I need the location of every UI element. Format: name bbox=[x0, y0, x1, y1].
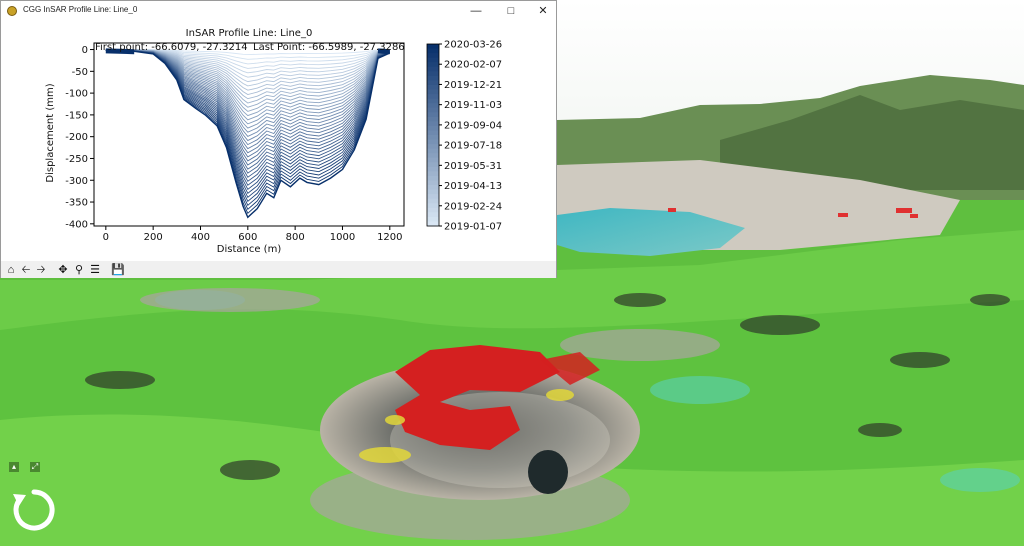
colorbar-segment bbox=[427, 216, 439, 223]
x-tick-label: 200 bbox=[144, 232, 163, 243]
save-icon[interactable]: 💾 bbox=[111, 263, 125, 277]
y-tick-label: -350 bbox=[65, 198, 88, 209]
colorbar-segment bbox=[427, 84, 439, 91]
profile-plot-window: CGG InSAR Profile Line: Line_0 — □ ✕ 0 20… bbox=[0, 0, 557, 278]
colorbar-segment bbox=[427, 57, 439, 63]
colorbar-label: 2019-07-18 bbox=[444, 141, 502, 152]
maximize-button[interactable]: □ bbox=[495, 1, 527, 22]
x-tick-label: 0 bbox=[103, 232, 109, 243]
rotate-view-icon[interactable] bbox=[10, 486, 58, 534]
y-tick-label: -150 bbox=[65, 110, 88, 121]
colorbar-label: 2019-01-07 bbox=[444, 222, 502, 233]
colorbar-segment bbox=[427, 121, 439, 127]
colorbar-segment bbox=[427, 48, 439, 54]
window-title: CGG InSAR Profile Line: Line_0 bbox=[23, 5, 138, 14]
colorbar-segment bbox=[427, 53, 439, 59]
figure-canvas[interactable]: 0 200 400 600 800 1000 1200 0 -50 -100 -150 -200 -25… bbox=[1, 22, 556, 261]
colorbar-segment bbox=[427, 148, 439, 154]
app-icon bbox=[7, 6, 17, 16]
window-titlebar[interactable]: CGG InSAR Profile Line: Line_0 — □ ✕ bbox=[1, 1, 556, 22]
colorbar-segment bbox=[427, 66, 439, 72]
colorbar-label: 2019-12-21 bbox=[444, 80, 502, 91]
colorbar-segment bbox=[427, 212, 439, 218]
colorbar-label: 2020-03-26 bbox=[444, 40, 502, 51]
colorbar-segment bbox=[427, 130, 439, 136]
colorbar-segment bbox=[427, 157, 439, 163]
colorbar-segment bbox=[427, 75, 439, 81]
first-point-label: First point: -66.6079, -27.3214 bbox=[95, 42, 248, 53]
colorbar-label: 2019-04-13 bbox=[444, 181, 502, 192]
y-tick-label: -50 bbox=[72, 67, 88, 78]
y-axis-label: Displacement (mm) bbox=[45, 83, 56, 182]
colorbar-segment bbox=[427, 139, 439, 145]
x-tick-label: 1000 bbox=[330, 232, 355, 243]
colorbar-segment bbox=[427, 189, 439, 195]
y-tick-label: -250 bbox=[65, 154, 88, 165]
colorbar-segment bbox=[427, 203, 439, 209]
last-point-label: Last Point: -66.5989, -27.3286 bbox=[253, 42, 405, 53]
colorbar-segment bbox=[427, 207, 439, 213]
colorbar-segment bbox=[427, 116, 439, 122]
profile-chart: 0 200 400 600 800 1000 1200 0 -50 -100 -150 -200 -25… bbox=[45, 28, 502, 255]
minimize-button[interactable]: — bbox=[460, 1, 492, 22]
colorbar-label: 2020-02-07 bbox=[444, 60, 502, 71]
colorbar-segment bbox=[427, 112, 439, 118]
colorbar-segment bbox=[427, 166, 439, 172]
colorbar-segment bbox=[427, 162, 439, 168]
colorbar-segment bbox=[427, 175, 439, 182]
colorbar-segment bbox=[427, 103, 439, 109]
colorbar-label: 2019-02-24 bbox=[444, 201, 502, 212]
close-button[interactable]: ✕ bbox=[527, 1, 559, 22]
colorbar-segment bbox=[427, 144, 439, 150]
magnifier-icon[interactable]: ⚲ bbox=[72, 263, 86, 277]
y-tick-label: -100 bbox=[65, 89, 88, 100]
arrow-right-icon[interactable]: 🡢 bbox=[34, 263, 48, 277]
y-tick-label: -400 bbox=[65, 219, 88, 230]
colorbar-segment bbox=[427, 98, 439, 104]
colorbar-segment bbox=[427, 71, 439, 77]
arrow-left-icon[interactable]: 🡠 bbox=[19, 263, 33, 277]
colorbar-segment bbox=[427, 198, 439, 204]
x-axis-label: Distance (m) bbox=[217, 244, 282, 255]
y-tick-label: 0 bbox=[82, 45, 88, 56]
colorbar-label: 2019-09-04 bbox=[444, 120, 502, 131]
chart-title: InSAR Profile Line: Line_0 bbox=[186, 28, 313, 39]
colorbar-segment bbox=[427, 125, 439, 132]
x-tick-label: 600 bbox=[238, 232, 257, 243]
collapse-icon[interactable]: ▴ bbox=[9, 462, 19, 472]
colorbar-segment bbox=[427, 89, 439, 95]
colorbar-segment bbox=[427, 180, 439, 186]
colorbar-segment bbox=[427, 194, 439, 200]
colorbar-segment bbox=[427, 94, 439, 100]
colorbar-label: 2019-05-31 bbox=[444, 161, 502, 172]
y-tick-label: -300 bbox=[65, 176, 88, 187]
sliders-icon[interactable]: ☰ bbox=[88, 263, 102, 277]
colorbar-segment bbox=[427, 44, 439, 50]
colorbar-segment bbox=[427, 107, 439, 113]
colorbar-segment bbox=[427, 185, 439, 191]
move-icon[interactable]: ✥ bbox=[56, 263, 70, 277]
home-icon[interactable]: ⌂ bbox=[4, 263, 18, 277]
x-tick-label: 1200 bbox=[377, 232, 402, 243]
colorbar-segment bbox=[427, 171, 439, 177]
plot-toolbar: ⌂ 🡠 🡢 ✥ ⚲ ☰ 💾 bbox=[1, 262, 556, 278]
x-tick-label: 400 bbox=[191, 232, 210, 243]
colorbar-segment bbox=[427, 62, 439, 68]
colorbar-segment bbox=[427, 153, 439, 159]
y-tick-label: -200 bbox=[65, 132, 88, 143]
fullscreen-icon[interactable]: ⤢ bbox=[30, 462, 40, 472]
colorbar-segment bbox=[427, 80, 439, 86]
colorbar-segment bbox=[427, 135, 439, 141]
x-tick-label: 800 bbox=[286, 232, 305, 243]
colorbar-label: 2019-11-03 bbox=[444, 100, 502, 111]
